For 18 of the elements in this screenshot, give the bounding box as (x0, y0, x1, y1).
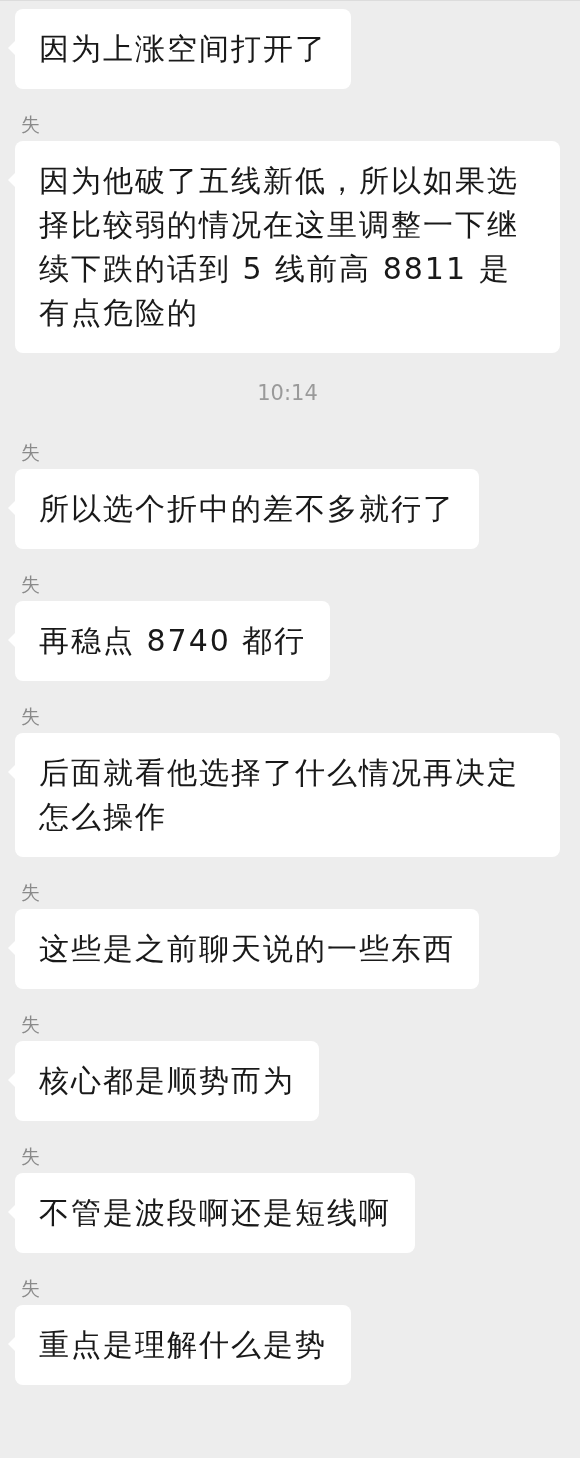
message-bubble: 再稳点 8740 都行 (15, 601, 331, 681)
message-bubble: 这些是之前聊天说的一些东西 (15, 909, 479, 989)
sender-name: 失 (21, 113, 40, 135)
message-bubble: 核心都是顺势而为 (15, 1041, 319, 1121)
message-bubble: 所以选个折中的差不多就行了 (15, 469, 479, 549)
timestamp: 10:14 (256, 381, 319, 405)
message-bubble: 不管是波段啊还是短线啊 (15, 1173, 415, 1253)
sender-name: 失 (21, 573, 40, 595)
sender-name: 失 (21, 1013, 40, 1035)
sender-name: 失 (21, 705, 40, 727)
message-bubble: 因为上涨空间打开了 (15, 9, 351, 89)
sender-name: 失 (21, 1145, 40, 1167)
message-bubble: 重点是理解什么是势 (15, 1305, 351, 1385)
sender-name: 失 (21, 1277, 40, 1299)
sender-name: 失 (21, 881, 40, 903)
message-bubble: 因为他破了五线新低，所以如果选择比较弱的情况在这里调整一下继续下跌的话到 5 线前高 8811 是有点危险的 (15, 141, 560, 353)
message-bubble: 后面就看他选择了什么情况再决定怎么操作 (15, 733, 560, 857)
sender-name: 失 (21, 441, 40, 463)
